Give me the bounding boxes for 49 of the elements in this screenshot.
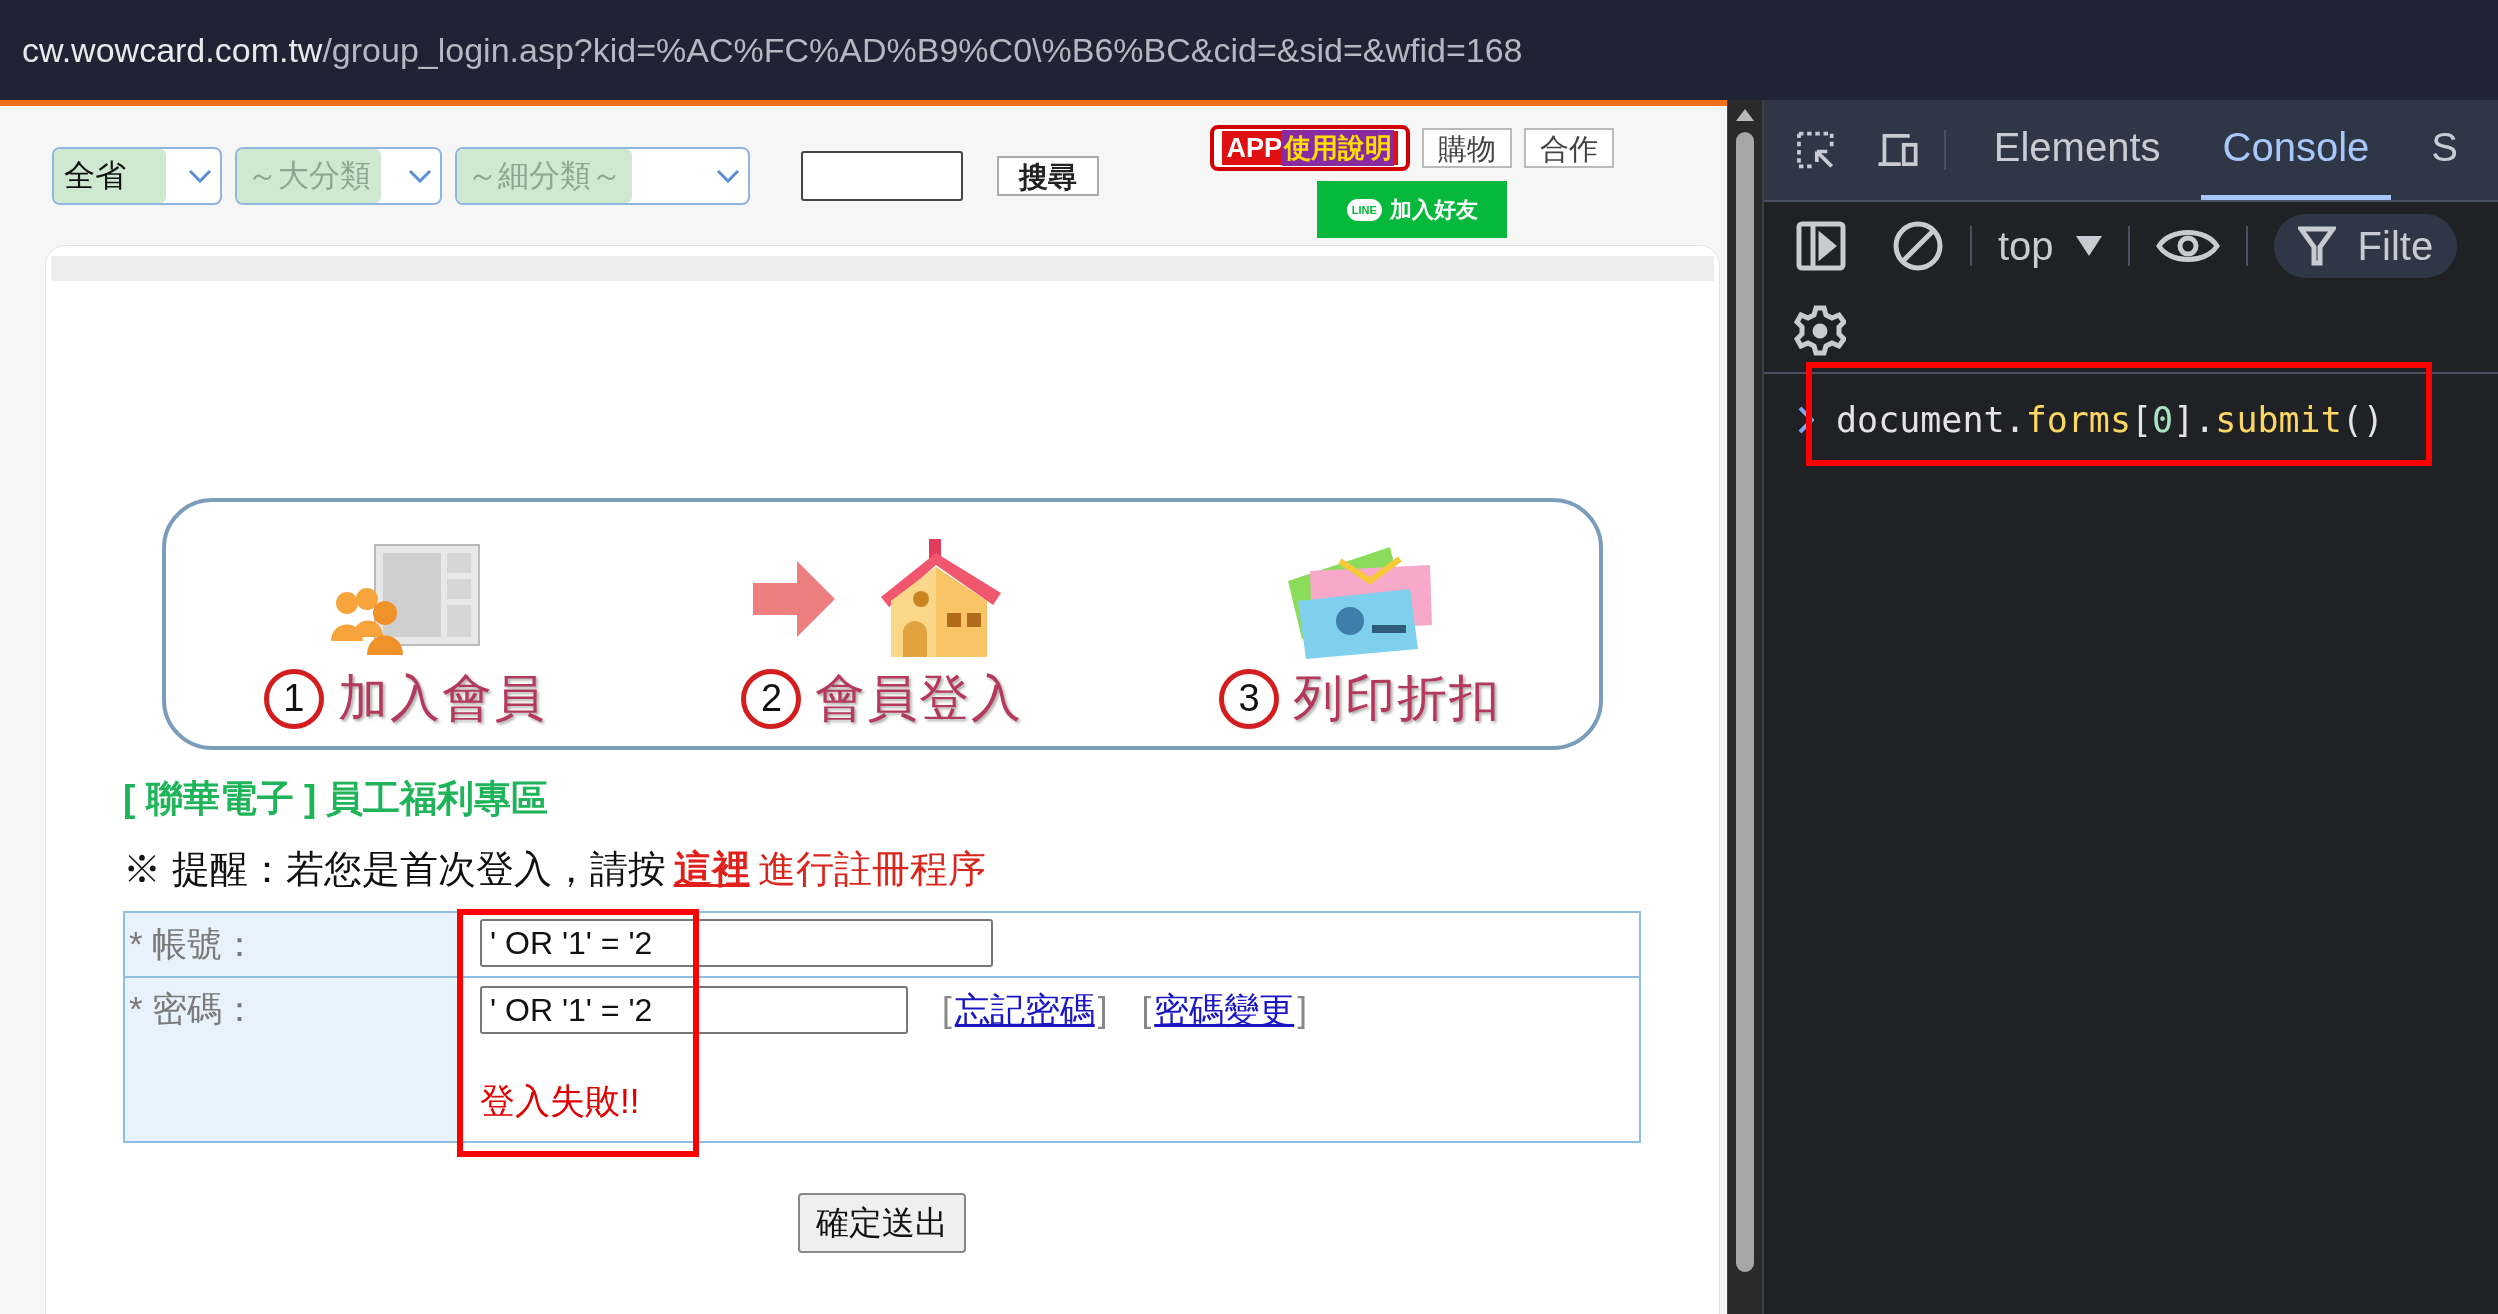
devtools-tab[interactable]: Elements <box>1971 100 2183 200</box>
bracket: [ <box>1141 989 1152 1029</box>
bracket: ] <box>1297 989 1307 1029</box>
caret-icon <box>2075 236 2102 256</box>
scroll-up-icon[interactable] <box>1735 108 1755 122</box>
bracket: ] <box>1097 989 1108 1029</box>
sidebar-icon[interactable] <box>1796 221 1846 271</box>
app-guide-button[interactable]: APP使用說明 <box>1210 125 1410 171</box>
search-field[interactable] <box>801 150 963 201</box>
context-dropdown[interactable]: top <box>1998 223 2102 269</box>
step-number: 2 <box>741 668 802 729</box>
password-link[interactable]: 忘記密碼 <box>954 989 1095 1029</box>
password-field[interactable]: ' OR '1' = '2 <box>480 986 908 1034</box>
step-number: 1 <box>263 668 324 729</box>
url-host[interactable]: cw.wowcard.com.tw <box>22 30 323 70</box>
step-label: 加入會員 <box>337 669 546 728</box>
step-label: 列印折扣 <box>1293 669 1502 728</box>
clear-icon[interactable] <box>1892 220 1944 272</box>
account-field[interactable]: ' OR '1' = '2 <box>480 919 993 967</box>
step-number: 3 <box>1219 668 1280 729</box>
bracket: [ <box>942 989 952 1029</box>
section-title: [ 聯華電子 ] 員工福利專區 <box>123 777 550 821</box>
chat-badge: LINE <box>1346 198 1382 221</box>
chevron-icon <box>188 168 212 183</box>
nav-link[interactable]: 購物 <box>1422 128 1512 168</box>
search-button[interactable]: 搜尋 <box>997 155 1099 196</box>
scrollbar-thumb[interactable] <box>1736 132 1754 1272</box>
filter-icon <box>2297 225 2336 267</box>
filter-field[interactable]: Filte <box>2273 214 2458 278</box>
field-label: * 帳號： <box>129 924 258 963</box>
add-friend-label: 加入好友 <box>1389 195 1478 224</box>
password-link[interactable]: 密碼變更 <box>1154 989 1295 1029</box>
chevron-icon <box>408 168 432 183</box>
dropdown[interactable]: 全省 <box>52 146 222 205</box>
reminder-text: 進行註冊程序 <box>757 848 986 890</box>
chevron-icon <box>716 168 740 183</box>
devtools-tab[interactable]: S <box>2409 100 2480 200</box>
devtools-tab[interactable]: Console <box>2200 100 2392 200</box>
reminder-text: ※ 提醒：若您是首次登入，請按 <box>123 848 666 890</box>
console-command: document.forms[0].submit() <box>1836 400 2384 440</box>
step-label: 會員登入 <box>815 669 1024 728</box>
submit-button[interactable]: 確定送出 <box>798 1193 966 1253</box>
nav-link[interactable]: 合作 <box>1524 128 1614 168</box>
error-message: 登入失敗!! <box>480 1080 641 1122</box>
register-link[interactable]: 這裡 <box>673 848 750 890</box>
url-path[interactable]: /group_login.asp?kid=%AC%FC%AD%B9%C0\%B6%BC&cid=&sid=&wfid=168 <box>322 30 1523 70</box>
settings-icon[interactable] <box>1794 305 1846 357</box>
chevron-icon <box>1798 406 1814 434</box>
field-label: * 密碼： <box>129 989 258 1028</box>
